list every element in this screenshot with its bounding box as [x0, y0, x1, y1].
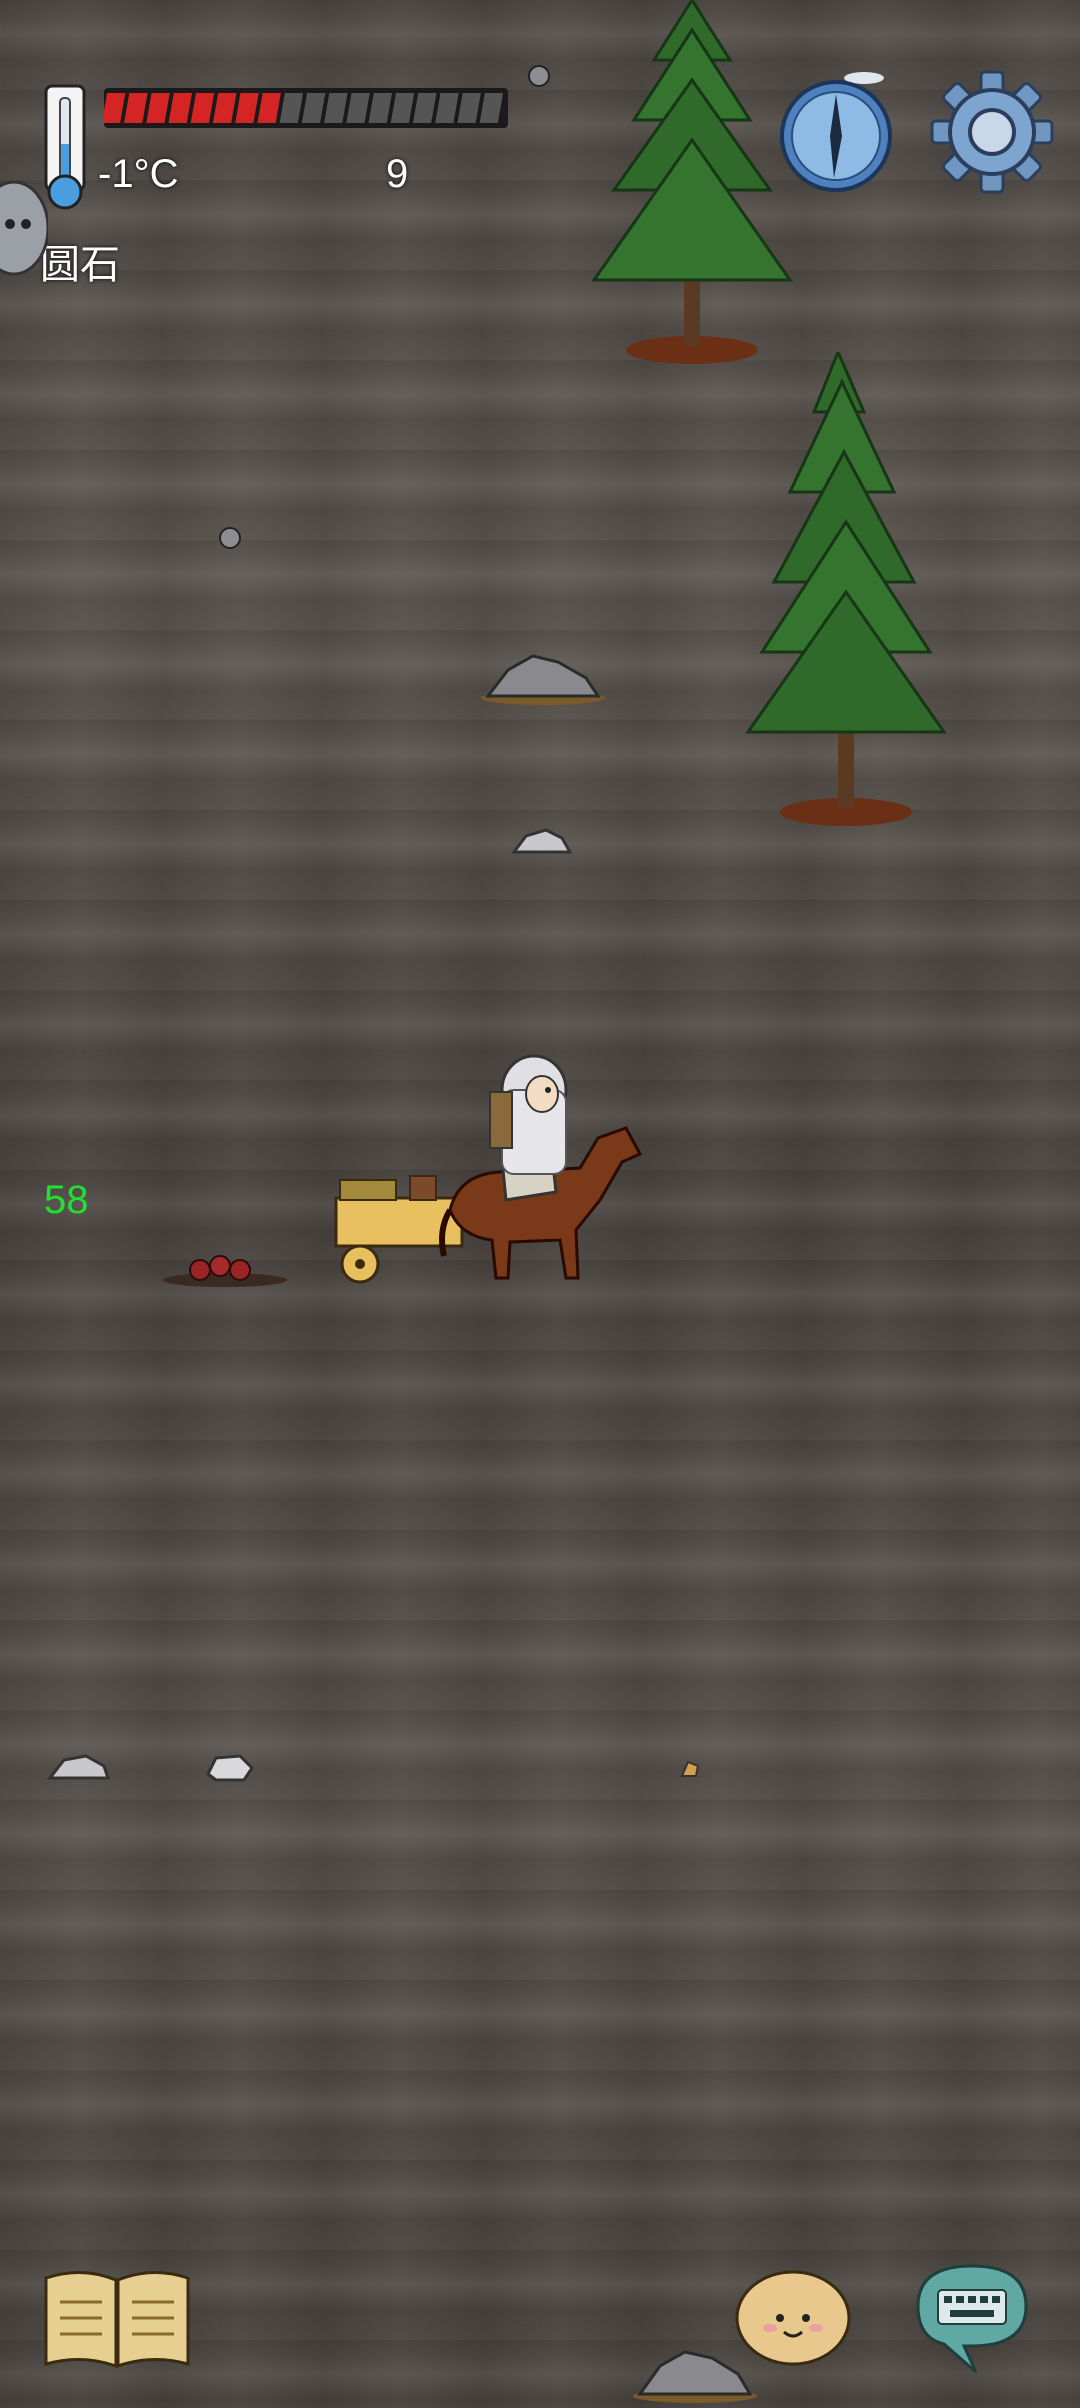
book-icon[interactable]: [42, 2262, 192, 2372]
health-number: 9: [386, 152, 409, 196]
side-character-bubble[interactable]: [0, 180, 50, 276]
wild-berries[interactable]: [160, 1250, 290, 1288]
emote-icon[interactable]: [734, 2266, 852, 2366]
round-stone[interactable]: [527, 64, 551, 88]
sharp-stone[interactable]: [680, 1760, 700, 1778]
flint-rock[interactable]: [510, 826, 574, 856]
keyboard-chat-icon[interactable]: [908, 2260, 1036, 2376]
round-stone[interactable]: [218, 526, 242, 550]
big-rock[interactable]: [478, 648, 608, 706]
pine-tree[interactable]: [734, 348, 954, 832]
temperature-readout: -1°C: [98, 152, 179, 196]
flint-rock[interactable]: [46, 1750, 112, 1782]
health-bar: [101, 88, 508, 128]
held-item-label: 圆石: [40, 243, 120, 287]
gear-icon[interactable]: [930, 70, 1054, 194]
flint-rock[interactable]: [204, 1752, 256, 1784]
pine-tree[interactable]: [580, 0, 800, 370]
player-on-horse-cart[interactable]: [330, 1050, 660, 1286]
age-label: 58: [44, 1178, 89, 1222]
